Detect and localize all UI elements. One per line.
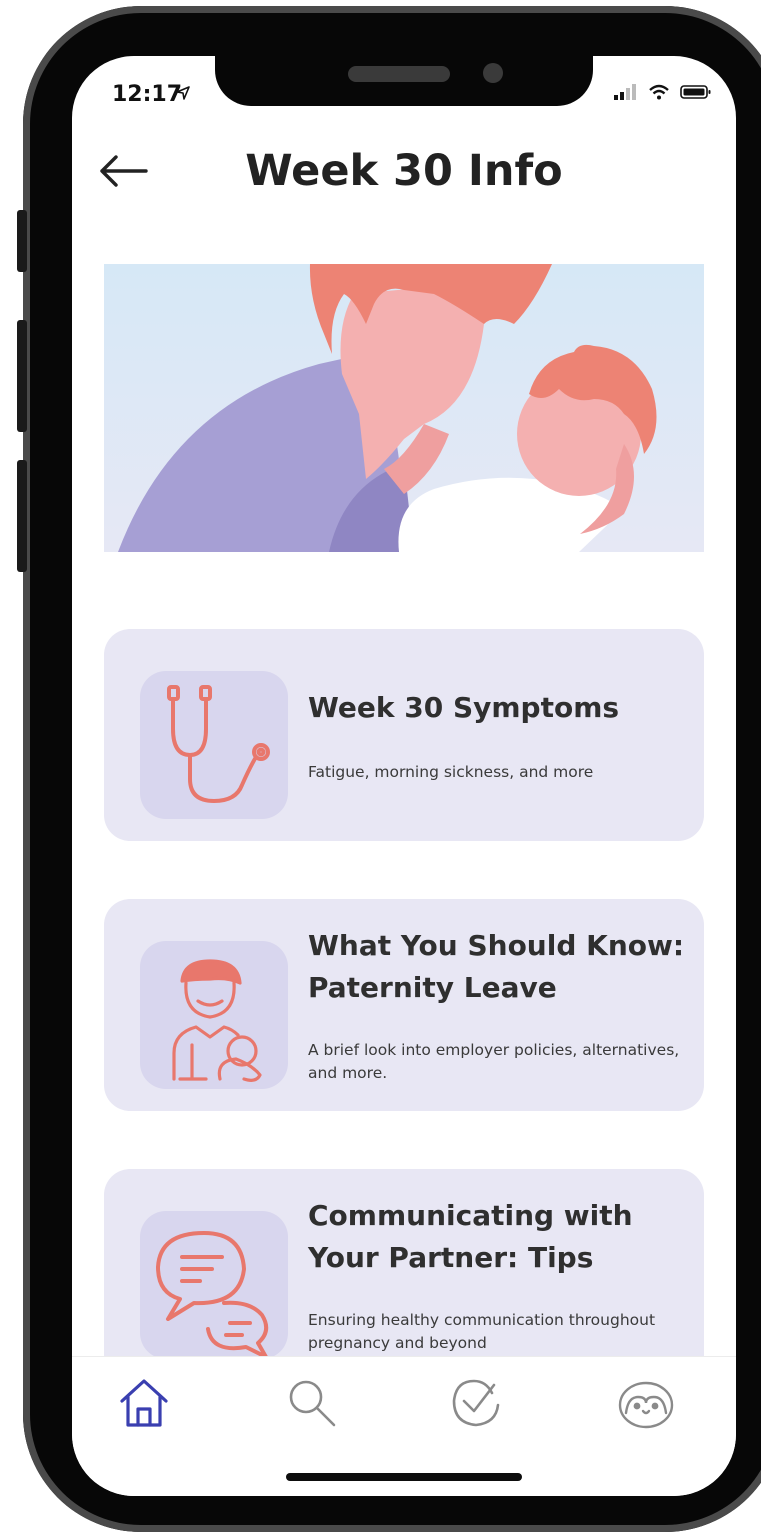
check-circle-icon[interactable] <box>446 1373 506 1433</box>
page-title: Week 30 Info <box>245 146 563 196</box>
battery-icon <box>680 85 711 99</box>
side-button <box>17 460 27 572</box>
wifi-icon <box>649 84 669 100</box>
search-icon[interactable] <box>282 1373 342 1433</box>
stethoscope-icon <box>167 685 270 803</box>
camera <box>483 63 503 83</box>
status-time: 12:17 <box>112 82 183 107</box>
icon-tile <box>140 1211 288 1359</box>
penguin-icon[interactable] <box>616 1373 676 1433</box>
side-button <box>17 210 27 272</box>
icon-tile <box>140 671 288 819</box>
article-card-symptoms[interactable]: Week 30 Symptoms Fatigue, morning sickne… <box>104 629 704 841</box>
article-card-paternity-leave[interactable]: What You Should Know: Paternity Leave A … <box>104 899 704 1111</box>
signal-icon <box>614 84 636 100</box>
home-icon[interactable] <box>114 1373 174 1433</box>
app-screen: 12:17 Week 30 Info Week 30 Symptoms Fati… <box>72 56 736 1496</box>
side-button <box>17 320 27 432</box>
card-title: Week 30 Symptoms <box>308 691 620 724</box>
card-title: What You Should Know: Paternity Leave <box>308 929 685 1004</box>
parent-baby-icon <box>172 959 262 1082</box>
card-subtitle: Ensuring healthy communication throughou… <box>308 1311 656 1352</box>
hero-illustration <box>104 264 704 552</box>
notch <box>215 56 593 106</box>
card-subtitle: Fatigue, morning sickness, and more <box>308 763 594 781</box>
status-icons <box>614 84 712 100</box>
home-indicator <box>286 1473 522 1481</box>
speaker <box>348 66 450 82</box>
card-title: Communicating with Your Partner: Tips <box>308 1199 633 1274</box>
chat-bubbles-icon <box>156 1231 269 1359</box>
location-arrow-icon <box>176 86 190 100</box>
icon-tile <box>140 941 288 1089</box>
card-subtitle: A brief look into employer policies, alt… <box>308 1041 680 1082</box>
